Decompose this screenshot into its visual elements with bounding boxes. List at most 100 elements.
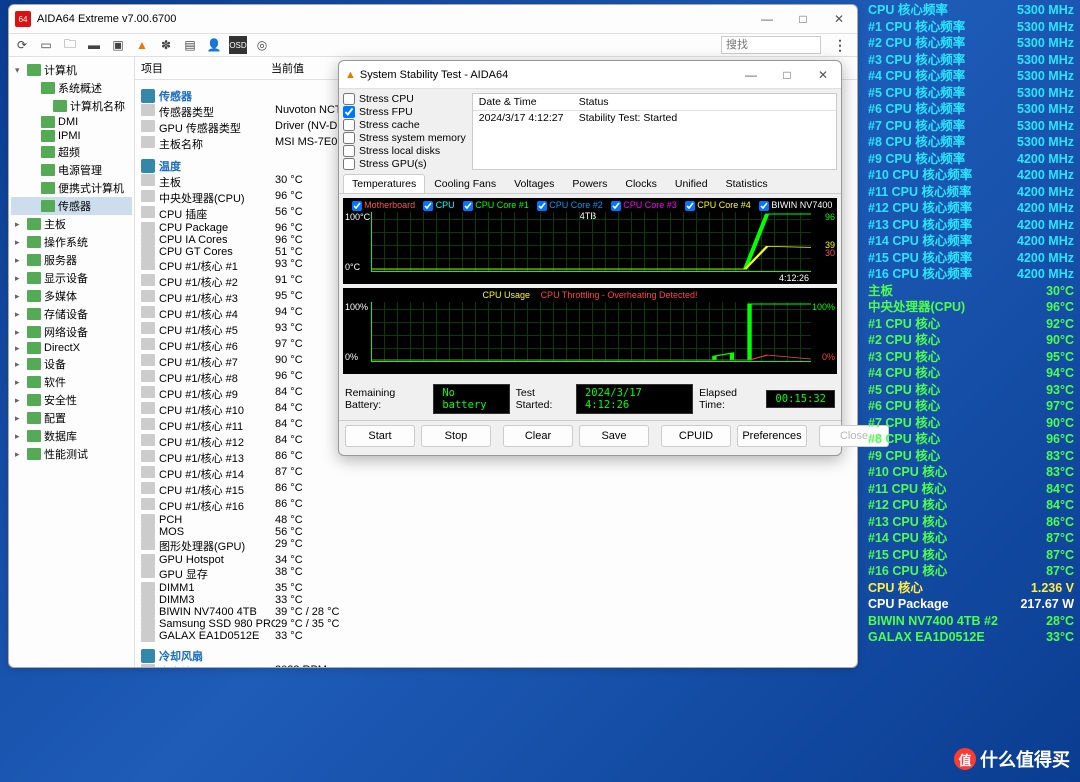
tree-item[interactable]: ▸安全性 [11, 391, 132, 409]
sensor-row[interactable]: MOS56 °C [141, 526, 851, 538]
y-axis-top: 100% [345, 302, 368, 312]
page-icon[interactable]: ▭ [37, 36, 55, 54]
tree-item[interactable]: ▸软件 [11, 373, 132, 391]
disk-icon[interactable]: ▣ [109, 36, 127, 54]
legend-item[interactable]: CPU Core #1 [463, 200, 529, 210]
temperature-chart: Motherboard CPU CPU Core #1 CPU Core #2 … [343, 198, 837, 284]
osd-row: CPU Package217.67 W [868, 596, 1074, 613]
sensor-row[interactable]: GPU Hotspot34 °C [141, 554, 851, 566]
osd-row: GALAX EA1D0512E33°C [868, 629, 1074, 646]
tab[interactable]: Voltages [505, 174, 563, 193]
titlebar[interactable]: 64 AIDA64 Extreme v7.00.6700 — □ ✕ [9, 5, 857, 33]
tab[interactable]: Cooling Fans [425, 174, 505, 193]
tab[interactable]: Statistics [717, 174, 777, 193]
folder-icon[interactable]: 🗀 [61, 36, 79, 54]
tree-item[interactable]: 便携式计算机 [11, 179, 132, 197]
osd-row: #4 CPU 核心94°C [868, 365, 1074, 382]
sensor-row[interactable]: CPU #1/核心 #1487 °C [141, 466, 851, 482]
clear-button[interactable]: Clear [503, 425, 573, 447]
chart-icon[interactable]: ▤ [181, 36, 199, 54]
sensor-row[interactable]: Samsung SSD 980 PRO 500GB29 °C / 35 °C [141, 618, 851, 630]
target-icon[interactable]: ◎ [253, 36, 271, 54]
tree-item[interactable]: 电源管理 [11, 161, 132, 179]
stability-test-dialog: ▲ System Stability Test - AIDA64 — □ ✕ S… [338, 60, 842, 456]
dialog-titlebar[interactable]: ▲ System Stability Test - AIDA64 — □ ✕ [339, 61, 841, 89]
sensor-row[interactable]: DIMM333 °C [141, 594, 851, 606]
memory-icon[interactable]: ▬ [85, 36, 103, 54]
sensor-row[interactable]: CPU #1/核心 #1586 °C [141, 482, 851, 498]
dialog-minimize-button[interactable]: — [739, 68, 763, 82]
flame-icon: ▲ [345, 69, 356, 81]
sensor-row[interactable]: GPU 显存38 °C [141, 566, 851, 582]
stress-option[interactable]: Stress CPU [343, 93, 466, 105]
reading-hi: 96 [825, 212, 835, 222]
dialog-close-button[interactable]: ✕ [811, 68, 835, 82]
tree-item[interactable]: ▸性能测试 [11, 445, 132, 463]
tab[interactable]: Clocks [616, 174, 666, 193]
tree-item[interactable]: ▸主板 [11, 215, 132, 233]
sensor-row[interactable]: DIMM135 °C [141, 582, 851, 594]
fan-icon[interactable]: ✽ [157, 36, 175, 54]
close-button[interactable]: ✕ [827, 12, 851, 26]
tree-item[interactable]: 传感器 [11, 197, 132, 215]
tree-item[interactable]: ▸显示设备 [11, 269, 132, 287]
dialog-status-bar: Remaining Battery: No battery Test Start… [339, 378, 841, 420]
dialog-buttons: Start Stop Clear Save CPUID Preferences … [339, 420, 841, 451]
tree-item[interactable]: ▸配置 [11, 409, 132, 427]
y-axis-bottom: 0°C [345, 262, 360, 272]
stress-option[interactable]: Stress system memory [343, 132, 466, 144]
stop-button[interactable]: Stop [421, 425, 491, 447]
search-input[interactable] [721, 36, 821, 54]
tree-item[interactable]: DMI [11, 115, 132, 129]
osd-icon[interactable]: OSD [229, 36, 247, 54]
user-icon[interactable]: 👤 [205, 36, 223, 54]
tree-item[interactable]: ▸服务器 [11, 251, 132, 269]
kebab-menu-icon[interactable]: ⋮ [827, 37, 853, 54]
tree-item[interactable]: 超频 [11, 143, 132, 161]
tree-item[interactable]: ▸多媒体 [11, 287, 132, 305]
tree-item[interactable]: ▸数据库 [11, 427, 132, 445]
tree-item[interactable]: 计算机名称 [11, 97, 132, 115]
tree-item[interactable]: ▾计算机 [11, 61, 132, 79]
flame-icon[interactable]: ▲ [133, 36, 151, 54]
osd-row: 主板30°C [868, 283, 1074, 300]
sensor-row[interactable]: 中央处理器(CPU)2023 RPM [141, 664, 851, 667]
tab[interactable]: Powers [563, 174, 616, 193]
stress-option[interactable]: Stress local disks [343, 145, 466, 157]
tree-item[interactable]: ▸存储设备 [11, 305, 132, 323]
col-item[interactable]: 项目 [135, 57, 265, 79]
sensor-row[interactable]: BIWIN NV7400 4TB39 °C / 28 °C [141, 606, 851, 618]
dialog-maximize-button[interactable]: □ [775, 68, 799, 82]
sensor-row[interactable]: CPU #1/核心 #1686 °C [141, 498, 851, 514]
minimize-button[interactable]: — [755, 12, 779, 26]
tree-item[interactable]: ▸设备 [11, 355, 132, 373]
stress-option[interactable]: Stress FPU [343, 106, 466, 118]
osd-row: #15 CPU 核心频率4200 MHz [868, 250, 1074, 267]
tab[interactable]: Unified [666, 174, 717, 193]
sensor-row[interactable]: GALAX EA1D0512E33 °C [141, 630, 851, 642]
refresh-icon[interactable]: ⟳ [13, 36, 31, 54]
legend-item[interactable]: CPU [423, 200, 455, 210]
nav-tree[interactable]: ▾计算机系统概述计算机名称DMIIPMI超频电源管理便携式计算机传感器▸主板▸操… [9, 57, 135, 667]
stress-option[interactable]: Stress GPU(s) [343, 158, 466, 170]
sensor-row[interactable]: 图形处理器(GPU)29 °C [141, 538, 851, 554]
osd-row: #10 CPU 核心频率4200 MHz [868, 167, 1074, 184]
legend-item[interactable]: Motherboard [352, 200, 416, 210]
tab[interactable]: Temperatures [343, 174, 425, 193]
maximize-button[interactable]: □ [791, 12, 815, 26]
stress-option[interactable]: Stress cache [343, 119, 466, 131]
tree-item[interactable]: 系统概述 [11, 79, 132, 97]
save-button[interactable]: Save [579, 425, 649, 447]
tree-item[interactable]: ▸操作系统 [11, 233, 132, 251]
legend-item[interactable]: CPU Core #3 [611, 200, 677, 210]
tree-item[interactable]: ▸DirectX [11, 341, 132, 355]
tree-item[interactable]: ▸网络设备 [11, 323, 132, 341]
osd-row: #9 CPU 核心频率4200 MHz [868, 151, 1074, 168]
tree-item[interactable]: IPMI [11, 129, 132, 143]
legend-item[interactable]: CPU Core #4 [685, 200, 751, 210]
cpuid-button[interactable]: CPUID [661, 425, 731, 447]
start-button[interactable]: Start [345, 425, 415, 447]
legend-item[interactable]: CPU Core #2 [537, 200, 603, 210]
sensor-row[interactable]: PCH48 °C [141, 514, 851, 526]
preferences-button[interactable]: Preferences [737, 425, 807, 447]
